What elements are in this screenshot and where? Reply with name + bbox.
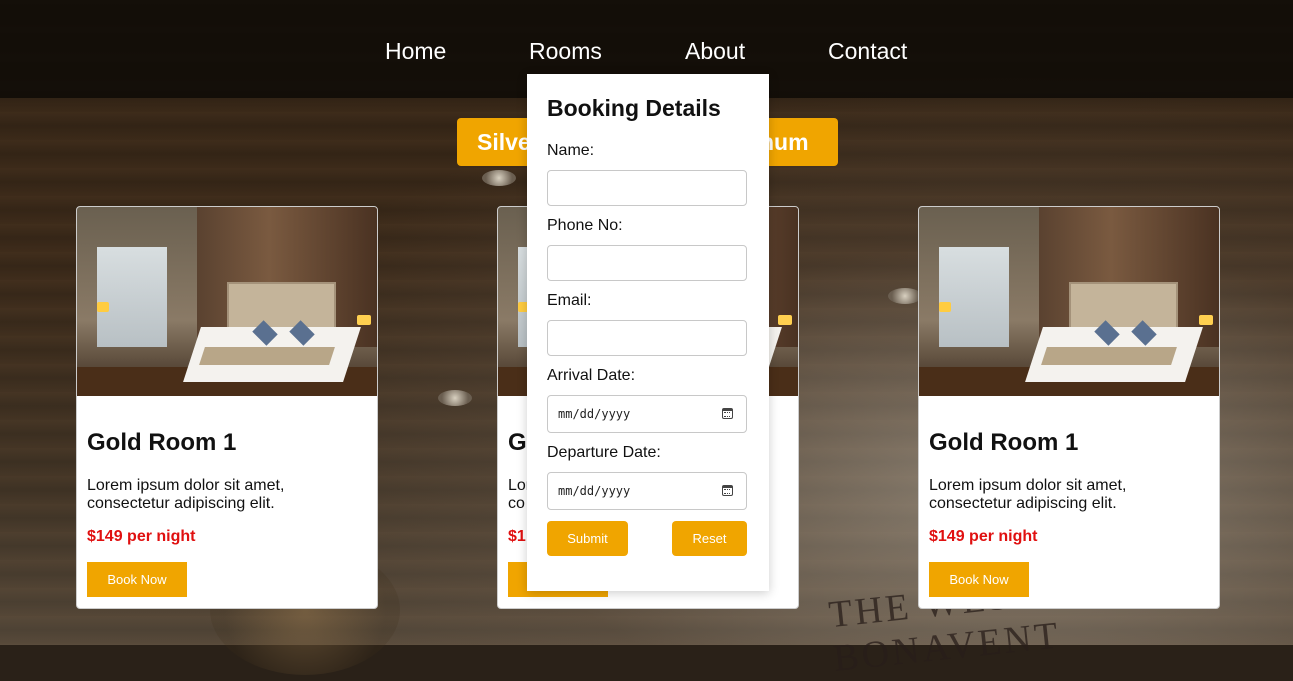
email-field[interactable] xyxy=(547,320,747,356)
arrival-label: Arrival Date: xyxy=(547,367,636,384)
submit-button[interactable]: Submit xyxy=(547,521,628,556)
tab-silver-label: Silve xyxy=(477,129,531,155)
nav-about[interactable]: About xyxy=(685,38,745,65)
room-image xyxy=(919,207,1219,396)
calendar-icon[interactable] xyxy=(722,485,733,496)
room-image xyxy=(77,207,377,396)
phone-label: Phone No: xyxy=(547,217,623,234)
departure-date-placeholder: mm/dd/yyyy xyxy=(558,484,631,498)
name-label: Name: xyxy=(547,142,595,159)
room-title: G xyxy=(508,429,527,456)
nav-home[interactable]: Home xyxy=(385,38,446,65)
name-field[interactable] xyxy=(547,170,747,206)
book-now-button[interactable]: Book Now xyxy=(87,562,187,597)
tab-platinum[interactable]: num xyxy=(760,118,838,166)
calendar-icon[interactable] xyxy=(722,408,733,419)
room-price: $149 per night xyxy=(87,528,196,545)
booking-title: Booking Details xyxy=(547,95,721,121)
room-price: $1 xyxy=(508,528,526,545)
ceiling-light xyxy=(888,288,922,304)
nav-contact[interactable]: Contact xyxy=(828,38,907,65)
room-description: Lorem ipsum dolor sit amet, consectetur … xyxy=(929,477,1127,512)
departure-date-field[interactable]: mm/dd/yyyy xyxy=(547,472,747,510)
reset-button[interactable]: Reset xyxy=(672,521,747,556)
arrival-date-field[interactable]: mm/dd/yyyy xyxy=(547,395,747,433)
tab-silver[interactable]: Silve xyxy=(457,118,537,166)
departure-label: Departure Date: xyxy=(547,444,661,461)
room-card: Gold Room 1 Lorem ipsum dolor sit amet, … xyxy=(918,206,1220,609)
ceiling-light xyxy=(482,170,516,186)
ceiling-light xyxy=(438,390,472,406)
booking-panel: Booking Details Name: Phone No: Email: A… xyxy=(527,74,769,591)
book-now-button[interactable]: Book Now xyxy=(929,562,1029,597)
room-card: Gold Room 1 Lorem ipsum dolor sit amet, … xyxy=(76,206,378,609)
email-label: Email: xyxy=(547,292,592,309)
phone-field[interactable] xyxy=(547,245,747,281)
room-price: $149 per night xyxy=(929,528,1038,545)
room-description: Lorem ipsum dolor sit amet, consectetur … xyxy=(87,477,285,512)
room-title: Gold Room 1 xyxy=(87,429,237,456)
arrival-date-placeholder: mm/dd/yyyy xyxy=(558,407,631,421)
nav-rooms[interactable]: Rooms xyxy=(529,38,602,65)
room-title: Gold Room 1 xyxy=(929,429,1079,456)
